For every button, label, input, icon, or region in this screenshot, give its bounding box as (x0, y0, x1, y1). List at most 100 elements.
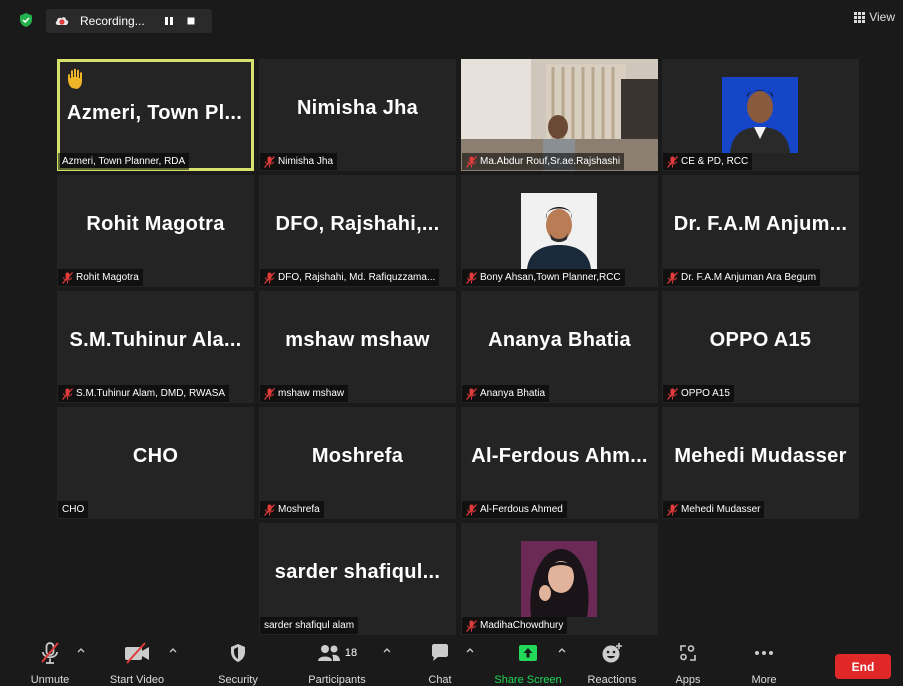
pause-recording-button[interactable] (158, 9, 180, 33)
share-screen-icon (519, 645, 537, 661)
chat-label: Chat (428, 674, 452, 686)
muted-mic-icon (466, 503, 477, 516)
participant-tile[interactable]: sarder shafiqul... sarder shafiqul alam (259, 523, 456, 635)
gallery-grid: Azmeri, Town Pl... Azmeri, Town Planner,… (57, 59, 859, 637)
muted-mic-icon (264, 503, 275, 516)
muted-mic-icon (667, 271, 678, 284)
participant-count: 18 (344, 647, 358, 659)
view-button[interactable]: View (854, 10, 895, 24)
reactions-label: Reactions (587, 674, 637, 686)
participant-tile[interactable]: Azmeri, Town Pl... Azmeri, Town Planner,… (57, 59, 254, 171)
meeting-toolbar: Unmute Start Video Security 18 Participa… (0, 637, 903, 686)
participant-name: Ananya Bhatia (488, 329, 631, 351)
participant-tile[interactable]: mshaw mshaw mshaw mshaw (259, 291, 456, 403)
end-meeting-button[interactable]: End (835, 654, 891, 679)
participant-tile[interactable]: MadihaChowdhury (461, 523, 658, 635)
muted-mic-icon (264, 155, 275, 168)
participant-label: sarder shafiqul alam (260, 617, 359, 634)
muted-mic-icon (466, 155, 477, 168)
participant-name: Azmeri, Town Pl... (67, 102, 243, 124)
participant-tile[interactable]: Moshrefa Moshrefa (259, 407, 456, 519)
start-video-label: Start Video (109, 674, 165, 686)
participant-name: Al-Ferdous Ahm... (471, 445, 648, 467)
view-label: View (869, 10, 895, 24)
participant-name: Dr. F.A.M Anjum... (673, 213, 848, 235)
encryption-shield-icon[interactable] (18, 12, 34, 28)
participant-tile[interactable]: DFO, Rajshahi,... DFO, Rajshahi, Md. Raf… (259, 175, 456, 287)
participant-tile[interactable]: OPPO A15 OPPO A15 (662, 291, 859, 403)
participant-tile[interactable]: Dr. F.A.M Anjum... Dr. F.A.M Anjuman Ara… (662, 175, 859, 287)
video-off-icon (125, 642, 149, 664)
participant-label: Dr. F.A.M Anjuman Ara Begum (663, 269, 821, 286)
cloud-record-icon (55, 17, 69, 25)
participant-tile[interactable]: Rohit Magotra Rohit Magotra (57, 175, 254, 287)
participant-label: MadihaChowdhury (462, 617, 568, 634)
participant-tile[interactable]: Nimisha Jha Nimisha Jha (259, 59, 456, 171)
participants-options-chevron-icon[interactable] (383, 647, 391, 653)
participant-tile[interactable]: Mehedi Mudasser Mehedi Mudasser (662, 407, 859, 519)
chat-button[interactable]: Chat (420, 641, 460, 686)
recording-indicator: Recording... (46, 9, 212, 33)
security-shield-icon (231, 644, 245, 662)
muted-mic-icon (466, 271, 477, 284)
stop-icon (187, 17, 195, 25)
recording-label: Recording... (80, 14, 145, 28)
participant-name: Rohit Magotra (86, 213, 225, 235)
participant-label: mshaw mshaw (260, 385, 349, 402)
participants-label: Participants (308, 674, 366, 686)
participant-tile[interactable]: S.M.Tuhinur Ala... S.M.Tuhinur Alam, DMD… (57, 291, 254, 403)
unmute-button[interactable]: Unmute (22, 641, 78, 686)
security-button[interactable]: Security (212, 641, 264, 686)
muted-microphone-icon (41, 642, 59, 664)
more-label: More (751, 674, 777, 686)
muted-mic-icon (62, 271, 73, 284)
muted-mic-icon (667, 387, 678, 400)
share-options-chevron-icon[interactable] (558, 647, 566, 653)
stop-recording-button[interactable] (180, 9, 202, 33)
muted-mic-icon (466, 387, 477, 400)
participant-label: DFO, Rajshahi, Md. Rafiquzzama... (260, 269, 440, 286)
muted-mic-icon (667, 155, 678, 168)
participant-label: Ma.Abdur Rouf,Sr.ae.Rajshashi (462, 153, 625, 170)
participant-label: OPPO A15 (663, 385, 734, 402)
participant-label: Ananya Bhatia (462, 385, 550, 402)
muted-mic-icon (264, 271, 275, 284)
audio-options-chevron-icon[interactable] (77, 647, 85, 653)
participant-label: Rohit Magotra (58, 269, 143, 286)
participant-label: Bony Ahsan,Town Planner,RCC (462, 269, 625, 286)
grid-view-icon (854, 11, 866, 23)
participant-label: S.M.Tuhinur Alam, DMD, RWASA (58, 385, 230, 402)
raised-hand-icon (68, 68, 82, 89)
participant-label: Mehedi Mudasser (663, 501, 765, 518)
reactions-button[interactable]: Reactions (584, 641, 640, 686)
share-screen-button[interactable]: Share Screen (492, 641, 564, 686)
participant-name: CHO (132, 445, 179, 467)
participant-tile[interactable]: Bony Ahsan,Town Planner,RCC (461, 175, 658, 287)
chat-options-chevron-icon[interactable] (466, 647, 474, 653)
apps-icon (680, 645, 696, 661)
participant-name: Mehedi Mudasser (674, 445, 847, 467)
participant-name: DFO, Rajshahi,... (275, 213, 440, 235)
security-label: Security (218, 674, 258, 686)
more-dots-icon (755, 651, 773, 655)
participant-profile-photo (722, 77, 798, 153)
more-button[interactable]: More (744, 641, 784, 686)
participant-tile[interactable]: Al-Ferdous Ahm... Al-Ferdous Ahmed (461, 407, 658, 519)
participant-label: CHO (58, 501, 89, 518)
participant-label: CE & PD, RCC (663, 153, 753, 170)
muted-mic-icon (62, 387, 73, 400)
participant-label: Moshrefa (260, 501, 324, 518)
participant-label: Al-Ferdous Ahmed (462, 501, 567, 518)
video-options-chevron-icon[interactable] (169, 647, 177, 653)
participants-icon (317, 645, 340, 661)
participant-name: Moshrefa (311, 445, 404, 467)
participant-tile[interactable]: CE & PD, RCC (662, 59, 859, 171)
participant-label: Nimisha Jha (260, 153, 338, 170)
participant-profile-photo (521, 541, 597, 617)
participants-button[interactable]: 18 Participants (300, 641, 374, 686)
apps-button[interactable]: Apps (668, 641, 708, 686)
participant-tile[interactable]: Ma.Abdur Rouf,Sr.ae.Rajshashi (461, 59, 658, 171)
start-video-button[interactable]: Start Video (104, 641, 170, 686)
participant-tile[interactable]: Ananya Bhatia Ananya Bhatia (461, 291, 658, 403)
participant-tile[interactable]: CHO CHO (57, 407, 254, 519)
